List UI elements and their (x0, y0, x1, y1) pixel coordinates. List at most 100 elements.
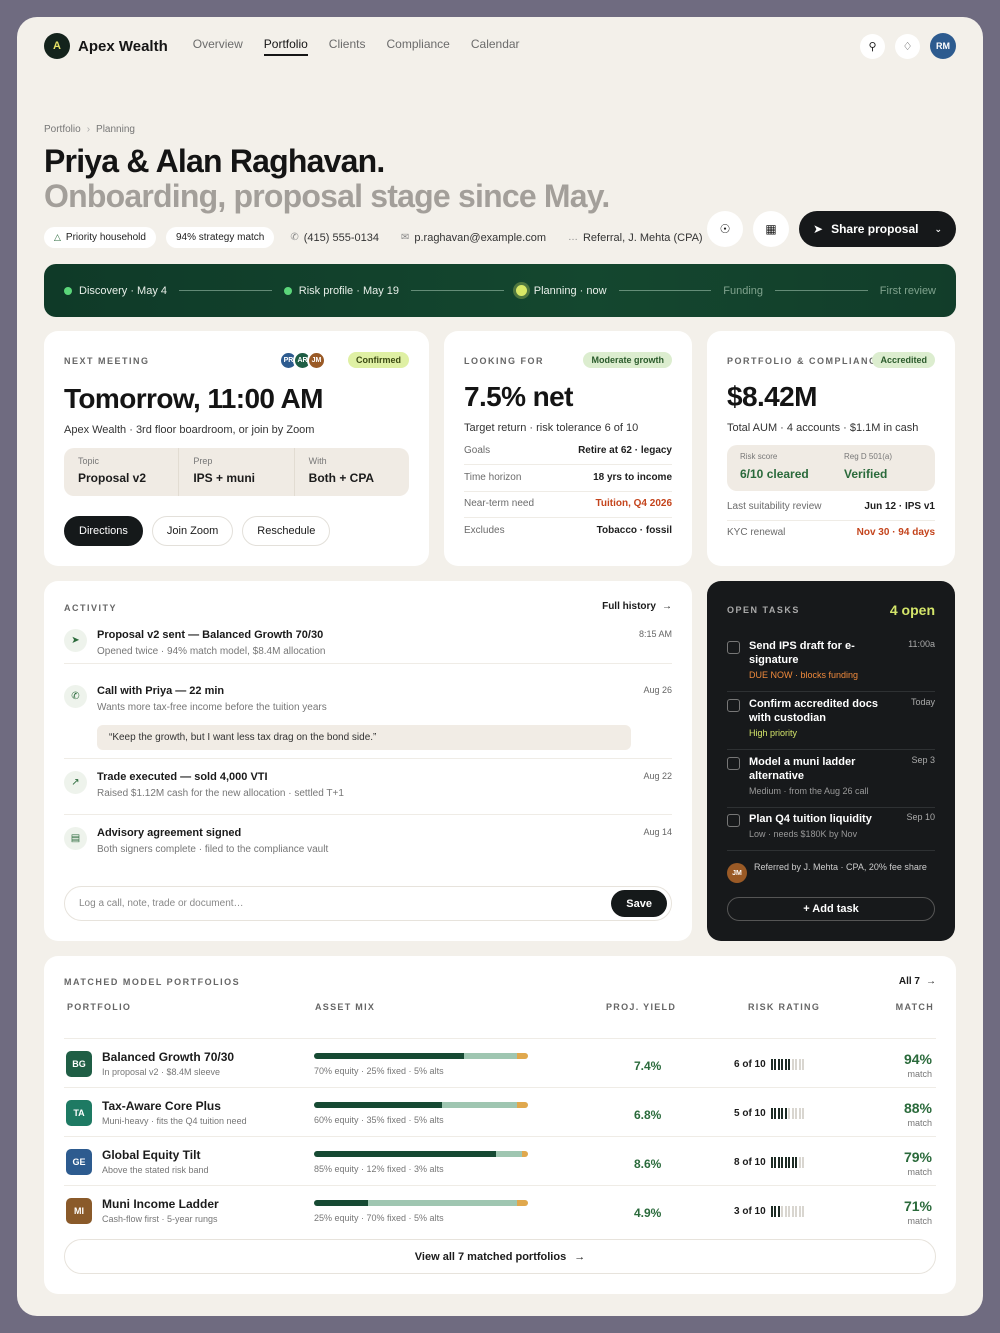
meeting-label: NEXT MEETING (64, 356, 150, 366)
onboarding-stages: Discovery · May 4 Risk profile · May 19 Pl… (44, 264, 956, 317)
fixed-segment (495, 1151, 522, 1157)
task-checkbox[interactable] (727, 699, 740, 712)
asset-mix-label: 70% equity · 25% fixed · 5% alts (314, 1066, 444, 1076)
phone[interactable]: ✆ (415) 555-0134 (290, 232, 379, 244)
task-when: Sep 3 (911, 755, 935, 765)
divider (64, 663, 672, 664)
portfolio-name: Global Equity Tilt (102, 1148, 201, 1162)
stage-label: First review (879, 284, 937, 297)
directions-button[interactable]: Directions (64, 516, 143, 546)
attendee-avatars: PR AR JM (279, 351, 326, 370)
send-icon: ➤ (64, 629, 87, 652)
reg-cell: Reg D 501(a) Verified (831, 445, 935, 491)
portfolio-row[interactable]: TA Tax-Aware Core Plus Muni-heavy · fits t… (64, 1088, 934, 1137)
all-portfolios-link[interactable]: All 7 → (899, 976, 936, 987)
equity-segment (314, 1053, 464, 1059)
nav-link-overview[interactable]: Overview (193, 37, 243, 56)
activity-time: Aug 26 (643, 685, 672, 695)
nav-link-clients[interactable]: Clients (329, 37, 366, 56)
task-title: Send IPS draft for e-signature (749, 640, 855, 666)
risk-score-cell: Risk score 6/10 cleared (727, 445, 831, 491)
topic-value: Proposal v2 (78, 471, 147, 485)
stage-4: First review (880, 285, 936, 297)
nav-link-portfolio[interactable]: Portfolio (263, 37, 308, 56)
growth-badge: Moderate growth (583, 352, 672, 368)
breadcrumb-portfolio[interactable]: Portfolio (44, 124, 81, 135)
divider (727, 520, 935, 521)
nav-links: Overview Portfolio Clients Compliance Calend… (193, 37, 520, 56)
risk-bars (770, 1157, 805, 1168)
divider (64, 1185, 936, 1186)
log-input[interactable]: Log a call, note, trade or document… Sav… (64, 886, 672, 921)
projected-yield: 4.9% (634, 1206, 662, 1220)
reschedule-button[interactable]: Reschedule (242, 516, 331, 546)
task-when: Sep 10 (906, 812, 935, 822)
log-placeholder: Log a call, note, trade or document… (79, 898, 244, 909)
risk-bar (795, 1059, 798, 1070)
fixed-segment (367, 1200, 518, 1206)
risk-score-value: 6/10 cleared (740, 467, 809, 481)
bell-icon[interactable]: ♢ (895, 33, 920, 59)
email[interactable]: ✉ p.raghavan@example.com (401, 232, 546, 244)
user-avatar[interactable]: RM (930, 33, 956, 59)
risk-bar (795, 1108, 798, 1119)
portfolio-desc: Muni-heavy · fits the Q4 tuition need (102, 1116, 247, 1126)
activity-time: Aug 14 (643, 827, 672, 837)
portfolio-row[interactable]: BG Balanced Growth 70/30 In proposal v2 · … (64, 1039, 934, 1088)
risk-bar (802, 1108, 805, 1119)
save-button[interactable]: Save (611, 890, 667, 917)
priority-label: Priority household (65, 232, 146, 243)
portfolio-badge: MI (66, 1198, 92, 1224)
join-zoom-button[interactable]: Join Zoom (151, 516, 234, 546)
portfolio-row[interactable]: GE Global Equity Tilt Above the stated ris… (64, 1137, 934, 1186)
risk-score-key: Risk score (740, 452, 778, 461)
all-portfolios-label: All 7 (898, 976, 920, 987)
col-risk: RISK RATING (748, 1002, 821, 1012)
risk-bar (802, 1157, 805, 1168)
tag-button[interactable]: ☉ (707, 211, 744, 247)
send-icon: ➤ (813, 222, 824, 236)
task-checkbox[interactable] (727, 757, 740, 770)
add-task-button[interactable]: + Add task (727, 897, 935, 921)
page-title: Priya & Alan Raghavan. (44, 143, 385, 179)
match-label: 94% strategy match (175, 232, 265, 243)
nav-link-calendar[interactable]: Calendar (471, 37, 520, 56)
risk-bar (777, 1108, 780, 1119)
stage-2: Planning · now (515, 284, 607, 297)
portfolio-row[interactable]: MI Muni Income Ladder Cash-flow first · 5-… (64, 1186, 934, 1235)
divider (64, 1087, 936, 1088)
risk-bar (770, 1206, 773, 1217)
share-proposal-button[interactable]: ➤ Share proposal ⌄ (799, 211, 956, 247)
brand-name: Apex Wealth (78, 37, 168, 55)
calendar-button[interactable]: ▦ (753, 211, 790, 247)
looking-value: Tobacco · fossil (596, 524, 672, 536)
search-icon[interactable]: ⚲ (860, 33, 885, 59)
referral-meta: … Referral, J. Mehta (CPA) (568, 232, 703, 244)
task-checkbox[interactable] (727, 641, 740, 654)
equity-segment (314, 1151, 496, 1157)
page-subtitle: Onboarding, proposal stage since May. (44, 178, 610, 214)
risk-bar (791, 1108, 794, 1119)
task-checkbox[interactable] (727, 814, 740, 827)
task-when: Today (910, 697, 935, 707)
stage-label: Planning · now (533, 284, 607, 297)
activity-title: Call with Priya — 22 min (97, 685, 225, 697)
looking-value: Tuition, Q4 2026 (595, 498, 673, 509)
full-history-link[interactable]: Full history → (602, 601, 672, 612)
prep-key: Prep (193, 456, 213, 466)
risk-bar (781, 1206, 784, 1217)
fixed-segment (442, 1102, 518, 1108)
arrow-right-icon: → (574, 1250, 586, 1263)
risk-bars (770, 1206, 805, 1217)
nav-link-compliance[interactable]: Compliance (386, 37, 449, 56)
portfolio-name: Muni Income Ladder (102, 1197, 219, 1211)
risk-bar (788, 1206, 791, 1217)
activity-title: Advisory agreement signed (97, 827, 242, 839)
projected-yield: 8.6% (634, 1157, 662, 1171)
risk-bar (798, 1059, 801, 1070)
match-caption: match (907, 1216, 932, 1226)
looking-key: Near-term need (464, 498, 535, 509)
stage-dot-icon (64, 286, 72, 295)
view-all-portfolios-button[interactable]: View all 7 matched portfolios → (64, 1239, 936, 1274)
risk-bar (781, 1108, 784, 1119)
